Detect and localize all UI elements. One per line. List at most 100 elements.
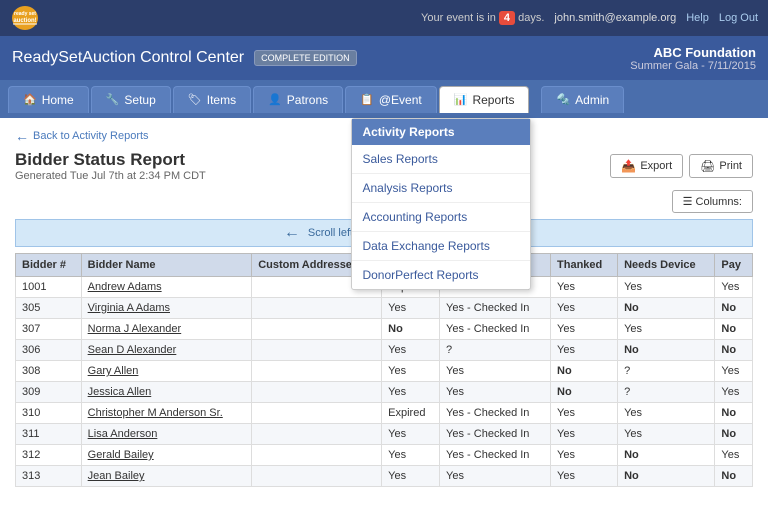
tab-items[interactable]: 🏷 Items: [173, 86, 251, 113]
logo-icon: ready set auction!: [10, 4, 40, 32]
table-cell: Yes - Checked In: [440, 424, 551, 445]
event-countdown: Your event is in 4 days.: [421, 12, 544, 24]
tab-patrons[interactable]: 👤 Patrons: [253, 86, 343, 113]
export-button[interactable]: 📤 Export: [610, 154, 683, 178]
toolbar: 📤 Export 🖨 Print: [610, 154, 753, 178]
reports-dropdown-menu: Activity Reports Sales Reports Analysis …: [351, 118, 531, 290]
print-label: Print: [719, 160, 742, 172]
table-cell: [252, 298, 382, 319]
table-cell[interactable]: Virginia A Adams: [81, 298, 252, 319]
table-row: 309Jessica AllenYesYesNo?Yes: [16, 382, 753, 403]
table-cell: Yes: [618, 319, 715, 340]
table-cell[interactable]: Jean Bailey: [81, 466, 252, 487]
table-cell[interactable]: Gary Allen: [81, 361, 252, 382]
table-cell: ?: [440, 340, 551, 361]
table-cell[interactable]: Andrew Adams: [81, 277, 252, 298]
columns-button[interactable]: ☰ Columns:: [672, 190, 753, 213]
svg-text:ready set: ready set: [14, 11, 36, 17]
table-cell[interactable]: Norma J Alexander: [81, 319, 252, 340]
table-cell: No: [715, 340, 753, 361]
tab-reports-label: Reports: [472, 93, 514, 107]
col-thanked: Thanked: [551, 254, 618, 277]
table-cell: Yes: [715, 277, 753, 298]
scroll-left-arrow: ←: [284, 224, 300, 242]
table-cell: Yes - Checked In: [440, 319, 551, 340]
table-cell: No: [618, 298, 715, 319]
table-cell: Yes: [551, 340, 618, 361]
table-cell: No: [382, 319, 440, 340]
table-cell: Yes: [551, 298, 618, 319]
export-icon: 📤: [621, 159, 636, 173]
tab-admin[interactable]: 🔩 Admin: [541, 86, 624, 113]
table-cell: Yes: [382, 466, 440, 487]
dropdown-item-accounting[interactable]: Accounting Reports: [352, 203, 530, 232]
tab-reports[interactable]: 📊 Reports: [439, 86, 530, 113]
table-cell: ?: [618, 361, 715, 382]
help-link[interactable]: Help: [686, 12, 709, 24]
table-cell: No: [618, 466, 715, 487]
table-cell[interactable]: Gerald Bailey: [81, 445, 252, 466]
table-cell: No: [618, 445, 715, 466]
col-bidder-num: Bidder #: [16, 254, 82, 277]
edition-badge: COMPLETE EDITION: [254, 50, 357, 66]
table-cell: Yes: [551, 277, 618, 298]
table-cell: Yes: [382, 298, 440, 319]
table-cell: Yes: [551, 319, 618, 340]
dropdown-item-donorperfect[interactable]: DonorPerfect Reports: [352, 261, 530, 289]
table-cell: 311: [16, 424, 82, 445]
export-label: Export: [640, 160, 672, 172]
table-cell: [252, 466, 382, 487]
patrons-icon: 👤: [268, 93, 282, 106]
org-event: Summer Gala - 7/11/2015: [630, 60, 756, 72]
table-row: 313Jean BaileyYesYesYesNoNo: [16, 466, 753, 487]
table-cell: 312: [16, 445, 82, 466]
dropdown-header: Activity Reports: [352, 119, 530, 145]
dropdown-item-sales[interactable]: Sales Reports: [352, 145, 530, 174]
table-cell: Yes: [440, 466, 551, 487]
table-cell: 313: [16, 466, 82, 487]
table-cell: Yes: [551, 403, 618, 424]
dropdown-item-analysis[interactable]: Analysis Reports: [352, 174, 530, 203]
table-cell: Yes: [382, 382, 440, 403]
dropdown-item-data-exchange[interactable]: Data Exchange Reports: [352, 232, 530, 261]
tab-event-label: @Event: [379, 93, 422, 107]
table-cell: Yes: [382, 361, 440, 382]
org-name: ABC Foundation: [630, 45, 756, 60]
back-arrow: ←: [15, 128, 29, 144]
tab-admin-label: Admin: [575, 93, 609, 107]
back-link-label: Back to Activity Reports: [33, 130, 149, 142]
table-cell: Yes: [715, 382, 753, 403]
table-cell: No: [715, 298, 753, 319]
print-button[interactable]: 🖨 Print: [689, 154, 753, 178]
table-cell: Yes: [715, 445, 753, 466]
logout-link[interactable]: Log Out: [719, 12, 758, 24]
table-cell[interactable]: Lisa Anderson: [81, 424, 252, 445]
table-cell[interactable]: Sean D Alexander: [81, 340, 252, 361]
tab-home-label: Home: [42, 93, 74, 107]
tab-items-label: Items: [207, 93, 236, 107]
reports-dropdown[interactable]: 📊 Reports Activity Reports Sales Reports…: [439, 86, 532, 113]
table-cell: No: [715, 466, 753, 487]
tab-setup[interactable]: 🔧 Setup: [91, 86, 171, 113]
table-cell: Yes: [440, 382, 551, 403]
table-cell: Yes: [382, 445, 440, 466]
tab-event[interactable]: 📋 @Event: [345, 86, 437, 113]
table-cell: Yes: [551, 445, 618, 466]
table-body: 1001Andrew AdamsExpiredYes - Checked InY…: [16, 277, 753, 487]
table-cell[interactable]: Jessica Allen: [81, 382, 252, 403]
countdown-label: Your event is in: [421, 12, 496, 24]
table-cell: [252, 319, 382, 340]
reports-icon: 📊: [454, 93, 468, 106]
columns-icon: ☰: [683, 196, 693, 208]
table-cell: Yes: [618, 277, 715, 298]
table-cell[interactable]: Christopher M Anderson Sr.: [81, 403, 252, 424]
days-suffix: days.: [518, 12, 544, 24]
admin-icon: 🔩: [556, 93, 570, 106]
table-cell: No: [715, 424, 753, 445]
items-icon: 🏷: [188, 93, 202, 106]
table-cell: 1001: [16, 277, 82, 298]
report-title: Bidder Status Report: [15, 150, 206, 170]
top-right: Your event is in 4 days. john.smith@exam…: [421, 12, 758, 24]
tab-home[interactable]: 🏠 Home: [8, 86, 89, 113]
table-row: 307Norma J AlexanderNoYes - Checked InYe…: [16, 319, 753, 340]
